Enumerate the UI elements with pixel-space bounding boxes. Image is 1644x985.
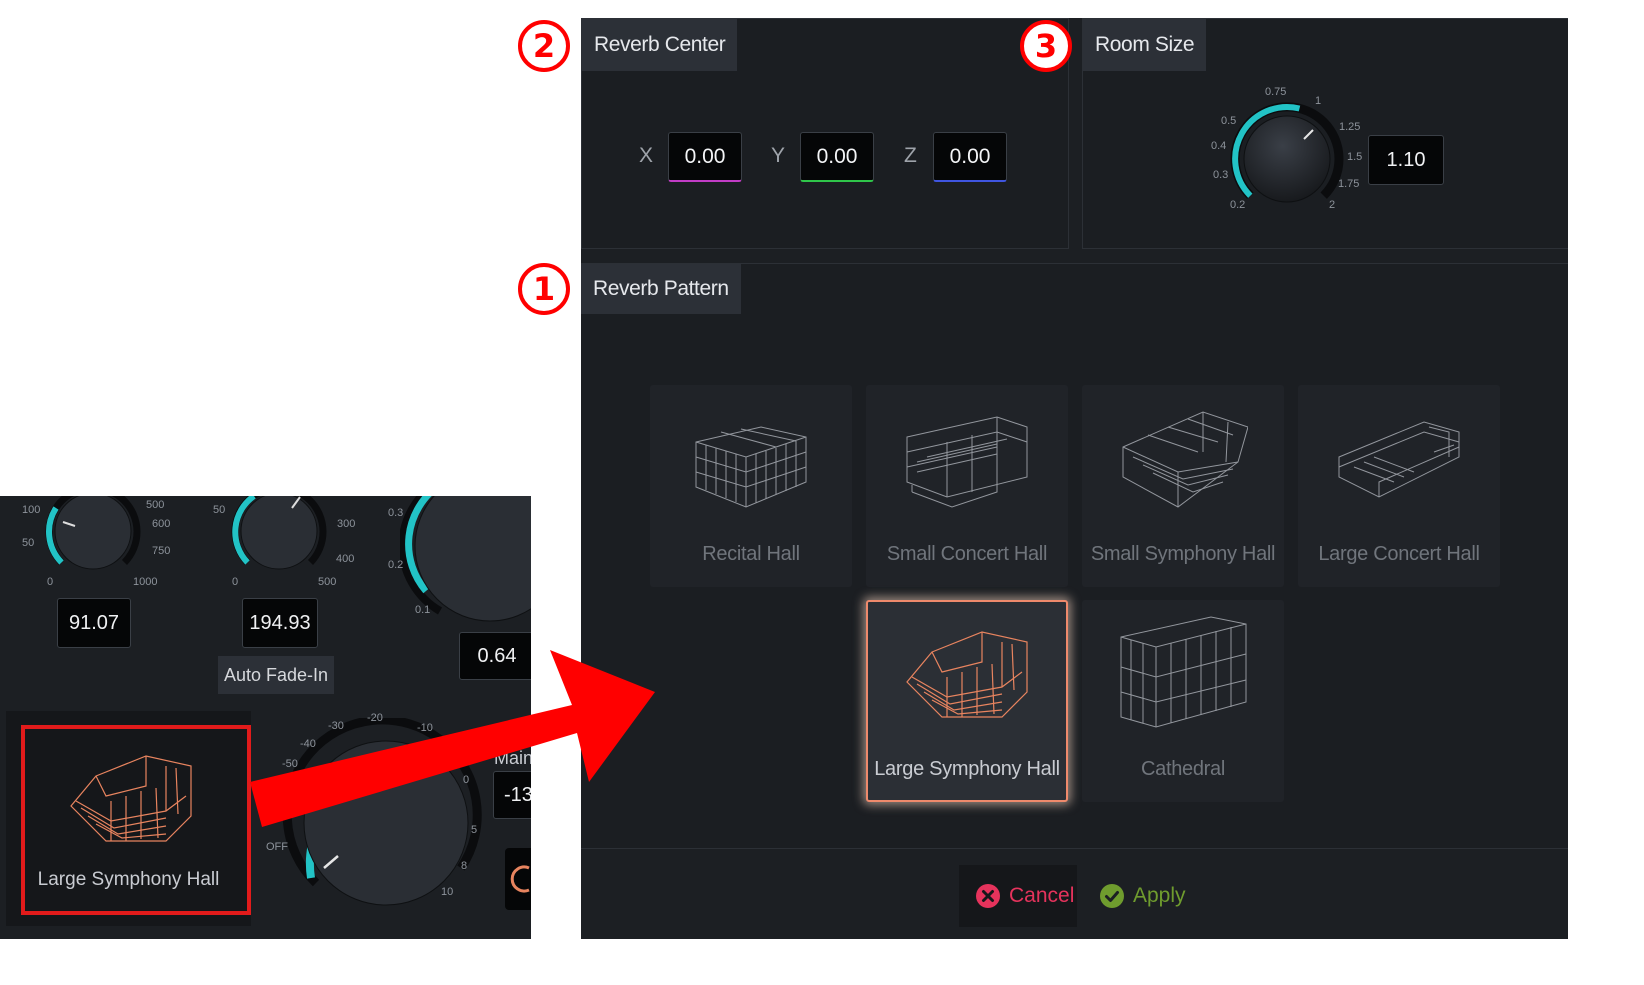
room-size-panel: Room Size 0.75 1 0.5 1.25 0.4 1.5 0.3 1.… (1082, 18, 1568, 249)
reverb-settings-dialog: Reverb Center X 0.00 Y 0.00 Z 0.00 Room … (581, 18, 1568, 939)
knob-3-tick-0.3: 0.3 (388, 507, 404, 519)
pattern-label: Cathedral (1140, 758, 1226, 780)
pattern-card-large-concert-hall[interactable]: Large Concert Hall (1298, 385, 1500, 587)
arrow-icon (250, 650, 655, 827)
cathedral-icon (1120, 616, 1247, 728)
cancel-label: Cancel (1009, 884, 1075, 907)
apply-check-icon (1100, 884, 1124, 908)
recital-hall-icon (695, 426, 807, 508)
knob-3-tick-0.1: 0.1 (415, 604, 431, 616)
reverb-pattern-title: Reverb Pattern (581, 264, 741, 314)
room-size-tick-0.75: 0.75 (1265, 86, 1287, 98)
knob-3-tick-0.2: 0.2 (388, 559, 404, 571)
footer-divider (581, 848, 1568, 849)
pattern-label: Large Concert Hall (1318, 543, 1480, 565)
room-size-tick-0.5: 0.5 (1221, 115, 1237, 127)
pattern-label: Small Symphony Hall (1090, 543, 1276, 565)
knob-2-tick-50: 50 (213, 504, 226, 516)
knob-1-tick-50: 50 (22, 537, 35, 549)
small-concert-hall-icon (906, 416, 1028, 508)
x-label: X (639, 144, 654, 167)
pattern-card-cathedral[interactable]: Cathedral (1082, 600, 1284, 802)
callout-1: 1 (518, 263, 570, 315)
knob-2-tick-500: 500 (318, 576, 337, 588)
pattern-label: Small Concert Hall (886, 543, 1048, 565)
pattern-card-small-concert-hall[interactable]: Small Concert Hall (866, 385, 1068, 587)
room-size-title: Room Size (1083, 19, 1207, 71)
pattern-card-large-symphony-hall[interactable]: Large Symphony Hall (866, 600, 1068, 802)
y-label: Y (771, 144, 786, 167)
z-coordinate-field[interactable]: 0.00 (933, 132, 1007, 182)
knob-2-tick-400: 400 (336, 553, 355, 565)
knob-2[interactable] (224, 496, 334, 586)
knob-1-value-field[interactable]: 91.07 (57, 598, 131, 648)
knob-2-tick-0: 0 (232, 576, 239, 588)
cancel-button[interactable]: Cancel (959, 865, 1077, 927)
room-size-tick-1.75: 1.75 (1338, 178, 1360, 190)
pattern-card-recital-hall[interactable]: Recital Hall (650, 385, 852, 587)
room-size-value-field[interactable]: 1.10 (1368, 135, 1444, 185)
knob-1-tick-1000: 1000 (133, 576, 158, 588)
knob-1-tick-600: 600 (152, 518, 171, 530)
highlight-box (21, 725, 251, 915)
room-size-tick-0.2: 0.2 (1230, 199, 1246, 211)
callout-3: 3 (1020, 20, 1072, 72)
pattern-label: Large Symphony Hall (874, 758, 1060, 780)
power-icon (510, 865, 530, 893)
apply-label: Apply (1133, 884, 1186, 907)
power-button[interactable] (505, 848, 531, 910)
cancel-icon (976, 884, 1000, 908)
reverb-center-panel: Reverb Center X 0.00 Y 0.00 Z 0.00 (581, 18, 1069, 249)
main-knob-tick-8: 8 (461, 860, 468, 872)
knob-2-value-field[interactable]: 194.93 (242, 598, 318, 648)
knob-1-tick-750: 750 (152, 545, 171, 557)
x-coordinate-field[interactable]: 0.00 (668, 132, 742, 182)
small-symphony-hall-icon (1122, 411, 1248, 508)
room-size-tick-0.3: 0.3 (1213, 169, 1229, 181)
knob-1-tick-500: 500 (146, 499, 165, 511)
apply-button[interactable]: Apply (1099, 865, 1199, 927)
knob-1-tick-100: 100 (22, 504, 41, 516)
pattern-card-small-symphony-hall[interactable]: Small Symphony Hall (1082, 385, 1284, 587)
y-coordinate-field[interactable]: 0.00 (800, 132, 874, 182)
pattern-label: Recital Hall (702, 543, 800, 565)
knob-1-tick-0: 0 (47, 576, 54, 588)
main-knob-tick-10: 10 (441, 886, 454, 898)
room-size-tick-1: 1 (1315, 95, 1322, 107)
room-size-tick-1.5: 1.5 (1347, 151, 1363, 163)
knob-1[interactable] (38, 496, 148, 586)
room-size-tick-1.25: 1.25 (1339, 121, 1361, 133)
large-concert-hall-icon (1338, 421, 1460, 498)
callout-2: 2 (518, 20, 570, 72)
room-size-tick-0.4: 0.4 (1211, 140, 1227, 152)
reverb-center-title: Reverb Center (582, 19, 738, 71)
z-label: Z (904, 144, 917, 167)
large-symphony-hall-icon (906, 631, 1028, 718)
knob-2-tick-300: 300 (337, 518, 356, 530)
room-size-tick-2: 2 (1329, 199, 1336, 211)
